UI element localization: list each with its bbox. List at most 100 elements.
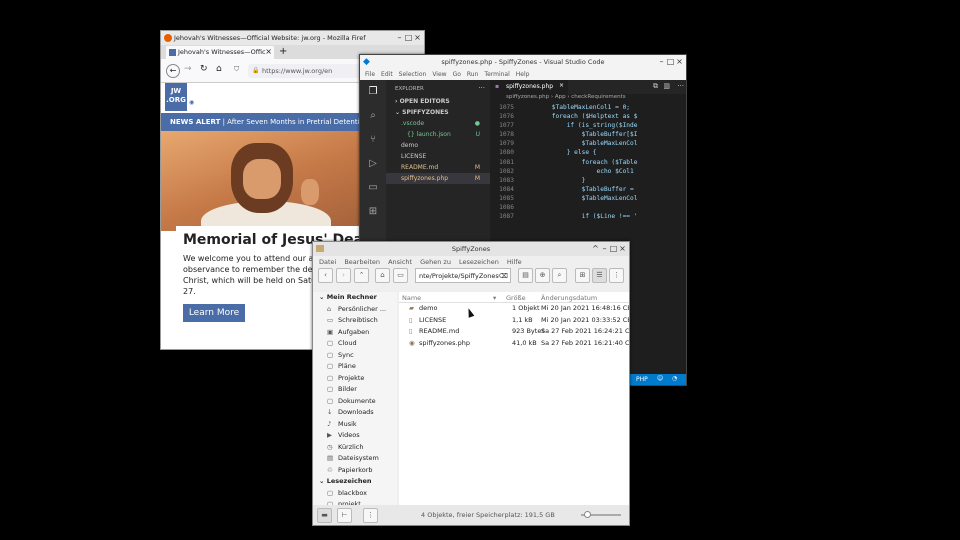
tree-item[interactable]: spiffyzones.php M (386, 173, 490, 184)
sidebar-place[interactable]: ▢ Projekte (313, 373, 397, 385)
sidebar-place[interactable]: ▢ blackbox (313, 488, 397, 500)
menu-item[interactable]: Terminal (484, 71, 509, 78)
explorer-icon[interactable]: ❐ (360, 80, 386, 104)
sidebar-place[interactable]: ▢ Bilder (313, 384, 397, 396)
forward-icon[interactable]: → (184, 64, 192, 74)
tree-item[interactable]: .vscode ● (386, 118, 490, 129)
browser-tab[interactable]: Jehovah's Witnesses—Offic × (166, 46, 274, 59)
chevron-up-icon[interactable]: ^ (591, 244, 600, 253)
bookmarks-header[interactable]: ⌄ Lesezeichen (313, 476, 397, 488)
split-editor-icon[interactable]: ▥ (663, 82, 670, 90)
column-date[interactable]: Änderungsdatum (541, 294, 597, 302)
sidebar-place[interactable]: ◷ Kürzlich (313, 442, 397, 454)
search-icon[interactable]: ⌕ (360, 104, 386, 128)
remote-explorer-icon[interactable]: ▭ (360, 176, 386, 200)
maximize-icon[interactable]: □ (404, 33, 413, 42)
sidebar-place[interactable]: ♪ Musik (313, 419, 397, 431)
menu-item[interactable]: Ansicht (388, 258, 412, 266)
sidebar-places-icon[interactable]: ▬ (317, 508, 332, 523)
open-editors-section[interactable]: › OPEN EDITORS (386, 96, 490, 107)
menu-item[interactable]: Datei (319, 258, 336, 266)
home-icon[interactable]: ⌂ (375, 268, 390, 283)
minimize-icon[interactable]: – (395, 33, 404, 42)
sidebar-place[interactable]: ▭ Schreibtisch (313, 315, 397, 327)
sidebar-place[interactable]: ▢ Sync (313, 350, 397, 362)
close-icon[interactable]: × (413, 33, 422, 42)
close-icon[interactable]: × (675, 57, 684, 66)
globe-icon[interactable]: ◉ (189, 99, 194, 106)
tab-close-icon[interactable]: × (559, 82, 564, 89)
column-name[interactable]: Name (402, 294, 421, 302)
menu-item[interactable]: Selection (399, 71, 427, 78)
places-header[interactable]: ⌄ Mein Rechner (313, 292, 397, 304)
close-icon[interactable]: × (618, 244, 627, 253)
language-mode[interactable]: PHP (636, 376, 648, 383)
sidebar-place[interactable]: ▢ Pläne (313, 361, 397, 373)
compare-icon[interactable]: ⧉ (653, 82, 658, 91)
sidebar-place[interactable]: ▶ Videos (313, 430, 397, 442)
breadcrumb[interactable]: spiffyzones.php › App › checkRequirement… (490, 94, 686, 103)
reload-icon[interactable]: ↻ (200, 64, 208, 74)
tree-item[interactable]: demo (386, 140, 490, 151)
minimize-icon[interactable]: – (600, 244, 609, 253)
menu-item[interactable]: Hilfe (507, 258, 522, 266)
column-size[interactable]: Größe (506, 294, 526, 302)
zoom-slider-handle[interactable] (584, 511, 591, 518)
tree-item[interactable]: {} launch.json U (386, 129, 490, 140)
sidebar-place[interactable]: ↓ Downloads (313, 407, 397, 419)
menu-item[interactable]: Gehen zu (420, 258, 451, 266)
new-tab-icon[interactable]: + (279, 46, 287, 57)
project-section[interactable]: ⌄ SPIFFYZONES (386, 107, 490, 118)
location-bar[interactable]: nte/Projekte/SpiffyZones ⌫ (415, 268, 511, 283)
editor-more-icon[interactable]: ··· (677, 82, 684, 90)
sidebar-place[interactable]: ♲ Papierkorb (313, 465, 397, 477)
back-icon[interactable]: ‹ (318, 268, 333, 283)
file-row[interactable]: ▰ demo 1 Objekt Mi 20 Jan 2021 16:48:16 CET (399, 303, 629, 315)
menu-item[interactable]: Bearbeiten (344, 258, 380, 266)
sidebar-place[interactable]: ▣ Aufgaben (313, 327, 397, 339)
shield-icon[interactable]: ⛉ (234, 65, 239, 74)
new-folder-icon[interactable]: ⊕ (535, 268, 550, 283)
feedback-icon[interactable]: ☺ (657, 375, 663, 382)
tree-item[interactable]: LICENSE (386, 151, 490, 162)
search-icon[interactable]: ⌕ (552, 268, 567, 283)
vscode-titlebar[interactable]: ◆ spiffyzones.php - SpiffyZones - Visual… (360, 55, 686, 69)
more-actions-icon[interactable]: ··· (478, 84, 485, 92)
menu-item[interactable]: View (432, 71, 446, 78)
icon-view-icon[interactable]: ⊞ (575, 268, 590, 283)
file-list[interactable]: Name ▾ Größe Änderungsdatum ▰ demo 1 Objek… (399, 292, 629, 507)
file-row[interactable]: ◉ spiffyzones.php 41,0 kB Sa 27 Feb 2021 16… (399, 338, 629, 350)
code-area[interactable]: 1075 $TableMaxLenCol1 = 0; 1076 foreach (… (490, 103, 686, 221)
terminal-icon[interactable]: ▤ (518, 268, 533, 283)
toggle-sidebar-icon[interactable]: ⋮ (363, 508, 378, 523)
menu-item[interactable]: Edit (381, 71, 393, 78)
compact-view-icon[interactable]: ⋮ (609, 268, 624, 283)
jw-logo[interactable]: JW .ORG (165, 83, 187, 111)
up-icon[interactable]: ⌃ (354, 268, 369, 283)
file-row[interactable]: ▯ README.md 923 Bytes Sa 27 Feb 2021 16:24:… (399, 326, 629, 338)
learn-more-button[interactable]: Learn More (183, 304, 245, 322)
back-icon[interactable]: ← (166, 64, 180, 78)
sidebar-place[interactable]: ▤ Dateisystem (313, 453, 397, 465)
home-icon[interactable]: ⌂ (216, 64, 222, 74)
bell-icon[interactable]: ◔ (672, 375, 677, 382)
menu-item[interactable]: Lesezeichen (459, 258, 499, 266)
minimize-icon[interactable]: – (657, 57, 666, 66)
editor-tab[interactable]: ▪ spiffyzones.php × (490, 80, 568, 94)
run-debug-icon[interactable]: ▷ (360, 152, 386, 176)
sidebar-tree-icon[interactable]: ⊢ (337, 508, 352, 523)
file-manager-titlebar[interactable]: SpiffyZones ^ – □ × (313, 242, 629, 256)
sidebar-place[interactable]: ⌂ Persönlicher ... (313, 304, 397, 316)
menu-item[interactable]: Run (467, 71, 479, 78)
sidebar-place[interactable]: ▢ Dokumente (313, 396, 397, 408)
maximize-icon[interactable]: □ (609, 244, 618, 253)
list-view-icon[interactable]: ☰ (592, 268, 607, 283)
tab-close-icon[interactable]: × (265, 47, 272, 56)
menu-item[interactable]: Go (453, 71, 461, 78)
firefox-titlebar[interactable]: Jehovah's Witnesses—Official Website: jw… (161, 31, 424, 45)
menu-item[interactable]: File (365, 71, 375, 78)
sidebar-place[interactable]: ▢ Cloud (313, 338, 397, 350)
sort-icon[interactable]: ▾ (493, 294, 496, 302)
clear-location-icon[interactable]: ⌫ (499, 272, 508, 280)
menu-item[interactable]: Help (516, 71, 530, 78)
